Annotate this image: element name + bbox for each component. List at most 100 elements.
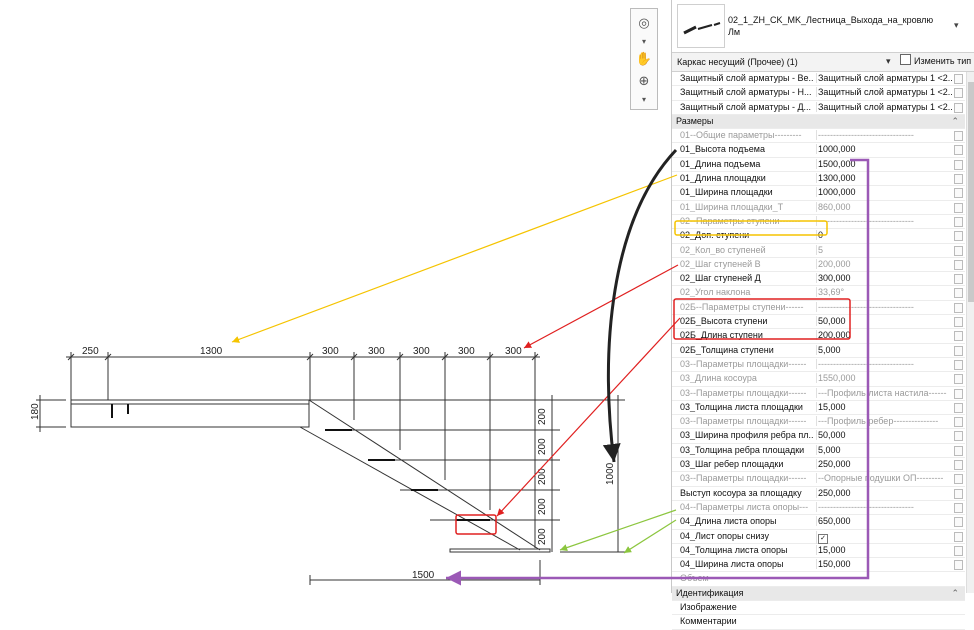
zoom-region-icon[interactable]: ⊕ — [635, 73, 653, 91]
associate-parameter-button[interactable] — [954, 560, 963, 571]
property-row[interactable]: 03_Шаг ребер площадки 250,000 — [672, 458, 965, 473]
properties-scrollbar[interactable] — [966, 72, 974, 593]
associate-parameter-button[interactable] — [954, 431, 963, 442]
property-value[interactable]: 15,000 — [816, 401, 952, 412]
property-row[interactable]: 03_Ширина профиля ребра пл... 50,000 — [672, 429, 965, 444]
associate-parameter-button[interactable] — [954, 402, 963, 413]
property-row[interactable]: 01_Длина площадки 1300,000 — [672, 172, 965, 187]
property-row[interactable]: 01_Высота подъема 1000,000 — [672, 143, 965, 158]
associate-parameter-button[interactable] — [954, 131, 963, 142]
property-row[interactable]: 03--Параметры площадки------ --Опорные по… — [672, 472, 965, 487]
property-value[interactable]: 1000,000 — [816, 187, 952, 198]
associate-parameter-button[interactable] — [954, 145, 963, 156]
associate-parameter-button[interactable] — [954, 359, 963, 370]
chevron-down-icon[interactable]: ▾ — [954, 20, 959, 31]
property-value[interactable]: -------------------------------- — [816, 301, 952, 312]
associate-parameter-button[interactable] — [954, 502, 963, 513]
drawing-canvas[interactable]: 250 1300 300 300 300 300 300 180 200 200… — [0, 0, 668, 593]
property-value[interactable]: -------------------------------- — [816, 130, 952, 141]
property-value[interactable]: 5 — [816, 244, 952, 255]
type-selector[interactable]: 02_1_ZH_CK_MK_Лестница_Выхода_на_кровлю … — [672, 0, 974, 53]
associate-parameter-button[interactable] — [954, 302, 963, 313]
associate-parameter-button[interactable] — [954, 388, 963, 399]
associate-parameter-button[interactable] — [954, 216, 963, 227]
associate-parameter-button[interactable] — [954, 274, 963, 285]
associate-parameter-button[interactable] — [954, 231, 963, 242]
property-row[interactable]: 03--Параметры площадки------ ------------… — [672, 358, 965, 373]
checkbox[interactable]: ✓ — [818, 533, 828, 544]
property-value[interactable]: ---Профиль листа настила------ — [816, 387, 952, 398]
associate-parameter-button[interactable] — [954, 74, 963, 84]
property-value[interactable]: 1500,000 — [816, 158, 952, 169]
property-value[interactable]: 250,000 — [816, 459, 952, 470]
category-filter[interactable]: Каркас несущий (Прочее) (1) ▾ Изменить т… — [672, 53, 974, 72]
nav-dropdown-icon[interactable]: ▾ — [635, 33, 653, 51]
property-row[interactable]: 04_Длина листа опоры 650,000 — [672, 515, 965, 530]
property-row[interactable]: 03--Параметры площадки------ ---Профиль л… — [672, 387, 965, 401]
property-row[interactable]: 04--Параметры листа опоры--- ------------… — [672, 501, 965, 516]
property-value[interactable]: Защитный слой арматуры 1 <2... — [816, 73, 952, 83]
property-value[interactable]: 1300,000 — [816, 173, 952, 184]
property-row[interactable]: 02Б_Длина ступени 200,000 — [672, 329, 965, 344]
property-value[interactable]: 1000,000 — [816, 144, 952, 155]
property-row[interactable]: 02_Угол наклона 33,69° — [672, 286, 965, 301]
property-group-header[interactable]: Размеры ⌃ — [672, 114, 965, 130]
associate-parameter-button[interactable] — [954, 488, 963, 499]
property-row[interactable]: Объем — [672, 572, 965, 587]
property-row[interactable]: 02Б_Высота ступени 50,000 — [672, 315, 965, 330]
property-value[interactable]: -------------------------------- — [816, 215, 952, 226]
property-row[interactable]: Защитный слой арматуры - Д... Защитный сл… — [672, 101, 965, 115]
steering-wheel-icon[interactable]: ◎ — [635, 15, 653, 33]
associate-parameter-button[interactable] — [954, 331, 963, 342]
property-value[interactable]: -------------------------------- — [816, 358, 952, 369]
property-row[interactable]: 04_Толщина листа опоры 15,000 — [672, 544, 965, 559]
property-row[interactable]: 02--Параметры ступени------- ------------… — [672, 215, 965, 230]
associate-parameter-button[interactable] — [954, 345, 963, 356]
associate-parameter-button[interactable] — [954, 545, 963, 556]
property-row[interactable]: 04_Ширина листа опоры 150,000 — [672, 558, 965, 573]
property-row[interactable]: 04_Лист опоры снизу ✓ — [672, 530, 965, 544]
associate-parameter-button[interactable] — [954, 445, 963, 456]
property-group-header[interactable]: Идентификация ⌃ — [672, 586, 965, 601]
property-row[interactable]: Выступ косоура за площадку 250,000 — [672, 487, 965, 501]
property-value[interactable]: ---Профиль ребер--------------- — [816, 416, 952, 427]
property-row[interactable]: Комментарии — [672, 615, 965, 630]
property-value[interactable]: --Опорные подушки ОП--------- — [816, 473, 952, 484]
associate-parameter-button[interactable] — [954, 159, 963, 170]
property-value[interactable]: 250,000 — [816, 487, 952, 498]
zoom-dropdown-icon[interactable]: ▾ — [635, 91, 653, 109]
associate-parameter-button[interactable] — [954, 474, 963, 485]
associate-parameter-button[interactable] — [954, 517, 963, 528]
associate-parameter-button[interactable] — [954, 288, 963, 299]
property-value[interactable]: 5,000 — [816, 344, 952, 355]
property-row[interactable]: 02_Шаг ступеней Д 300,000 — [672, 272, 965, 287]
property-value[interactable]: -------------------------------- — [816, 501, 952, 512]
associate-parameter-button[interactable] — [954, 259, 963, 270]
associate-parameter-button[interactable] — [954, 102, 963, 113]
property-row[interactable]: 01_Длина подъема 1500,000 — [672, 158, 965, 173]
property-value[interactable]: 150,000 — [816, 559, 952, 570]
property-value[interactable]: 1550,000 — [816, 373, 952, 384]
associate-parameter-button[interactable] — [954, 88, 963, 99]
associate-parameter-button[interactable] — [954, 460, 963, 471]
property-row[interactable]: 02Б--Параметры ступени------ ------------… — [672, 301, 965, 316]
associate-parameter-button[interactable] — [954, 188, 963, 199]
property-value[interactable]: Защитный слой арматуры 1 <2... — [816, 101, 952, 112]
associate-parameter-button[interactable] — [954, 202, 963, 213]
property-row[interactable]: 02_Кол_во ступеней 5 — [672, 244, 965, 258]
property-value[interactable]: 0 — [816, 230, 952, 241]
property-value[interactable]: 50,000 — [816, 430, 952, 441]
pan-hand-icon[interactable]: ✋ — [635, 51, 653, 69]
property-value[interactable]: ✓ — [816, 530, 952, 544]
property-value[interactable]: Защитный слой арматуры 1 <2... — [816, 87, 952, 98]
property-row[interactable]: Защитный слой арматуры - Ве... Защитный с… — [672, 72, 965, 87]
property-value[interactable]: 860,000 — [816, 201, 952, 212]
filter-dropdown-icon[interactable]: ▾ — [886, 56, 891, 67]
property-row[interactable]: 01_Ширина площадки 1000,000 — [672, 186, 965, 201]
property-row[interactable]: 03_Толщина ребра площадки 5,000 — [672, 444, 965, 459]
property-row[interactable]: 02_Доп. ступени 0 — [672, 229, 965, 244]
property-value[interactable]: 650,000 — [816, 516, 952, 527]
property-value[interactable]: 5,000 — [816, 444, 952, 455]
property-value[interactable]: 33,69° — [816, 287, 952, 298]
property-value[interactable]: 300,000 — [816, 273, 952, 284]
